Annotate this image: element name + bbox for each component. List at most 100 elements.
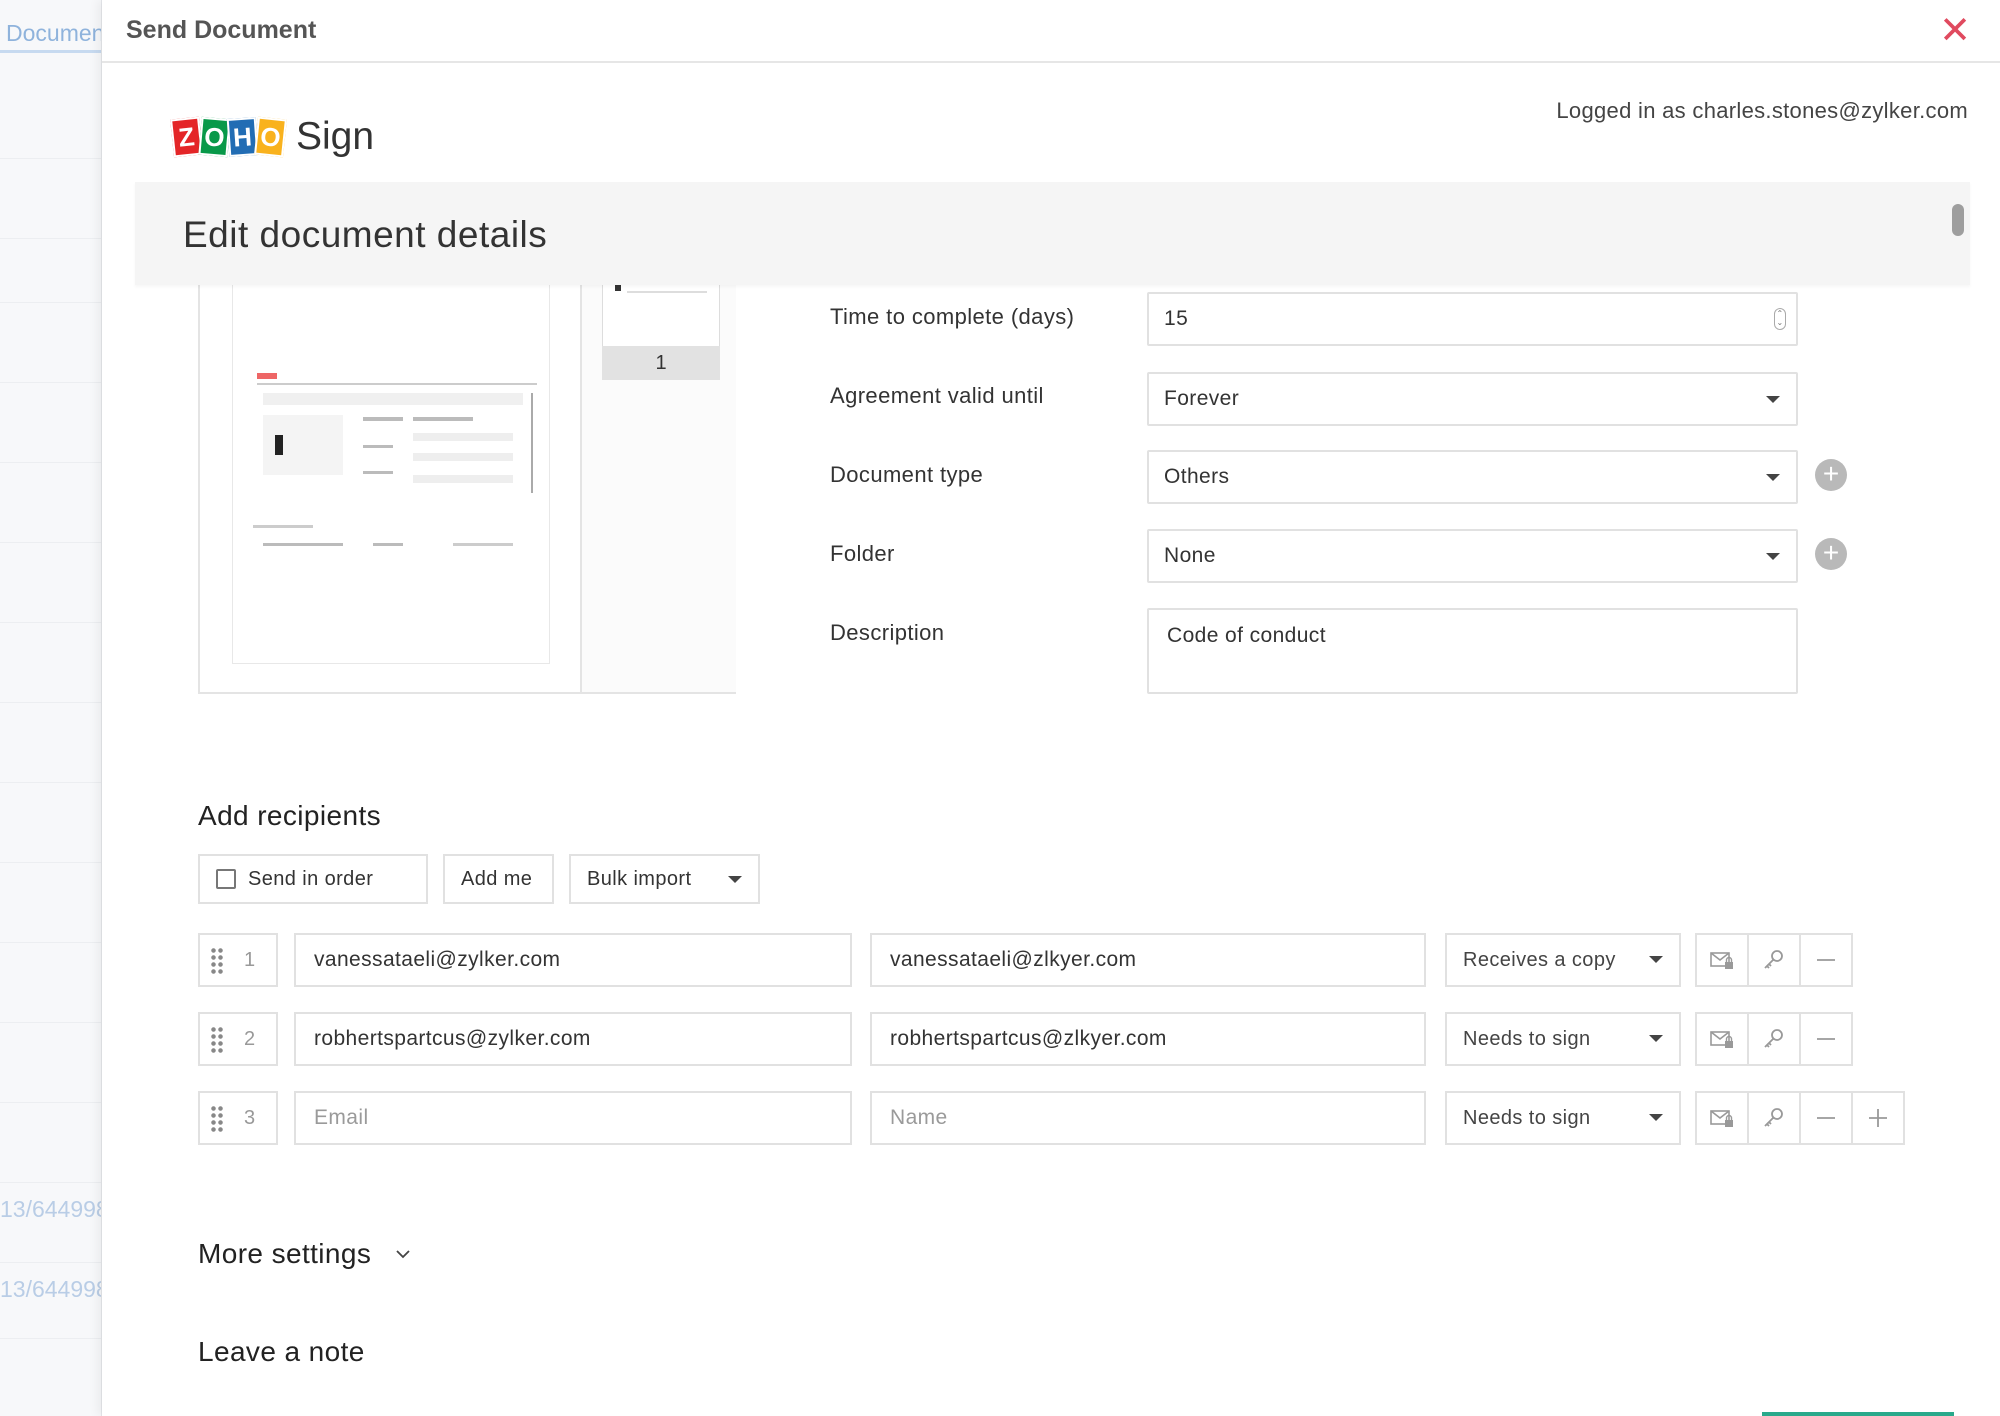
background-row-number: 13/644998 [0,1276,102,1302]
drag-handle-icon [210,1105,224,1133]
agreement-valid-value: Forever [1164,387,1240,410]
background-row-line [0,862,101,863]
bulk-import-dropdown[interactable]: Bulk import [569,854,760,904]
send-in-order-toggle[interactable]: Send in order [198,854,428,904]
preview-mini-line [413,475,513,483]
preview-mini-line [363,445,393,448]
caret-down-icon [1649,956,1663,963]
private-message-button[interactable] [1695,1091,1749,1145]
background-app: Documen 13/644998 13/644998 [0,0,102,1416]
time-to-complete-label: Time to complete (days) [830,304,1075,329]
remove-recipient-button[interactable] [1799,1091,1853,1145]
add-recipient-button[interactable] [1851,1091,1905,1145]
add-document-type-icon[interactable]: + [1815,459,1847,491]
add-me-button[interactable]: Add me [443,854,554,904]
description-textarea[interactable]: Code of conduct [1147,608,1798,694]
preview-mini-line [373,543,403,546]
mail-lock-icon [1710,1031,1733,1048]
drag-handle-icon [210,947,224,975]
recipient-role-value: Receives a copy [1463,949,1616,971]
preview-mini-band [263,393,523,405]
recipient-row: 2 robhertspartcus@zylker.com robhertspar… [198,1012,1998,1066]
private-message-button[interactable] [1695,933,1749,987]
page-thumbnails: 1 [580,260,736,692]
preview-mini-line [413,433,513,441]
background-row-line [0,942,101,943]
recipient-role-select[interactable]: Needs to sign [1445,1091,1681,1145]
recipient-email-input[interactable]: vanessataeli@zylker.com [294,933,852,987]
plus-icon [1869,1109,1887,1127]
preview-page[interactable] [232,284,550,664]
caret-down-icon [728,876,742,883]
close-icon[interactable]: ✕ [1938,12,1972,50]
send-in-order-checkbox[interactable] [216,869,236,889]
leave-note-heading: Leave a note [198,1336,365,1367]
document-type-label: Document type [830,462,984,487]
background-row-line [0,462,101,463]
drag-handle[interactable]: 3 [198,1091,278,1145]
more-settings-label: More settings [198,1238,372,1269]
background-row-line [0,1338,101,1339]
background-tab-underline [0,50,101,53]
background-row-line [0,238,101,239]
drag-handle[interactable]: 1 [198,933,278,987]
recipient-email-input[interactable]: Email [294,1091,852,1145]
recipient-email-input[interactable]: robhertspartcus@zylker.com [294,1012,852,1066]
background-row-line [0,782,101,783]
recipient-number: 1 [244,949,256,971]
recipient-role-value: Needs to sign [1463,1107,1591,1129]
logo-product-name: Sign [296,115,375,158]
caret-down-icon [1766,553,1780,560]
recipient-role-select[interactable]: Needs to sign [1445,1012,1681,1066]
preview-mini-logo [257,373,277,379]
mail-lock-icon [1710,952,1733,969]
recipient-row: 3 Email Name Needs to sign [198,1091,1998,1145]
private-message-button[interactable] [1695,1012,1749,1066]
add-me-label: Add me [461,867,533,890]
minus-icon [1817,959,1835,961]
scrollbar-thumb[interactable] [1952,204,1964,236]
remove-recipient-button[interactable] [1799,933,1853,987]
document-type-value: Others [1164,465,1230,488]
add-folder-icon[interactable]: + [1815,538,1847,570]
background-row-line [0,1262,101,1263]
time-to-complete-input[interactable]: 15 ⌃ ⌄ [1147,292,1798,346]
logged-in-user: Logged in as charles.stones@zylker.com [1556,98,1968,123]
send-document-modal: Send Document ✕ Z O H O Sign Logged in a… [102,0,2000,1416]
background-row-number: 13/644998 [0,1196,102,1222]
caret-down-icon [1766,396,1780,403]
access-code-button[interactable] [1747,933,1801,987]
recipient-name-input[interactable]: robhertspartcus@zlkyer.com [870,1012,1426,1066]
preview-mini-scroll [531,393,533,493]
folder-select[interactable]: None [1147,529,1798,583]
access-code-button[interactable] [1747,1091,1801,1145]
key-icon [1764,1108,1783,1127]
recipient-name-input[interactable]: Name [870,1091,1426,1145]
more-settings-toggle[interactable]: More settings [198,1238,411,1270]
document-type-select[interactable]: Others [1147,450,1798,504]
drag-handle-icon [210,1026,224,1054]
number-spinner-icon[interactable]: ⌃ ⌄ [1774,308,1786,330]
agreement-valid-select[interactable]: Forever [1147,372,1798,426]
bulk-import-label: Bulk import [587,867,692,890]
primary-action-button-edge[interactable] [1762,1412,1954,1416]
preview-mini-line [363,471,393,474]
background-row-line [0,382,101,383]
preview-mini-line [363,417,403,421]
minus-icon [1817,1117,1835,1119]
minus-icon [1817,1038,1835,1040]
description-label: Description [830,620,945,645]
drag-handle[interactable]: 2 [198,1012,278,1066]
background-tab: Documen [6,20,102,46]
key-icon [1764,950,1783,969]
recipient-name-input[interactable]: vanessataeli@zlkyer.com [870,933,1426,987]
caret-down-icon [1649,1035,1663,1042]
remove-recipient-button[interactable] [1799,1012,1853,1066]
preview-mini-line [263,543,343,546]
zoho-sign-logo: Z O H O Sign [170,112,375,162]
access-code-button[interactable] [1747,1012,1801,1066]
key-icon [1764,1029,1783,1048]
time-to-complete-value: 15 [1164,307,1189,330]
recipient-role-select[interactable]: Receives a copy [1445,933,1681,987]
preview-mini-line [453,543,513,546]
